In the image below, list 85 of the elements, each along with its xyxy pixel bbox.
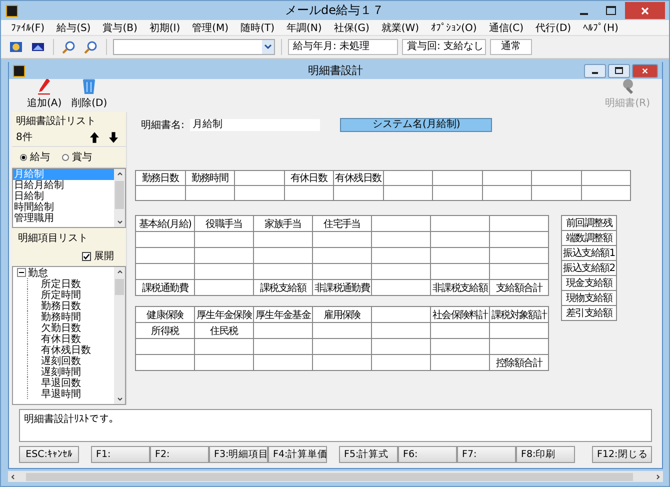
panel-title: 明細項目リスト	[18, 232, 89, 245]
function-key-button[interactable]: F6:	[398, 446, 457, 463]
function-key-button[interactable]: F1:	[91, 446, 150, 463]
tree-item[interactable]: 遅刻時間	[41, 364, 81, 378]
grid-cell[interactable]: 非課税通勤費	[312, 280, 372, 296]
function-key-button[interactable]: ESC:ｷｬﾝｾﾙ	[19, 446, 79, 463]
message-text: 明細書設計ﾘｽﾄです。	[24, 414, 119, 425]
list-item[interactable]: 時間給制	[13, 202, 114, 213]
menu-item[interactable]: ﾌｧｲﾙ(F)	[5, 22, 51, 34]
system-name-label: システム名(月給制)	[340, 118, 492, 132]
radio-option[interactable]: 賞与	[62, 150, 92, 164]
tree-item[interactable]: 勤怠	[28, 267, 48, 280]
delete-button[interactable]: 削除(D)	[72, 77, 108, 110]
grid-cell[interactable]: 基本給(月給)	[136, 216, 194, 232]
menu-item[interactable]: 給与(S)	[50, 20, 97, 34]
tree-item[interactable]: 早退回数	[41, 376, 81, 390]
grid-cell[interactable]: 差引支給額	[562, 306, 616, 320]
menu-item[interactable]: ﾍﾙﾌﾟ(H)	[577, 22, 624, 34]
grid-cell[interactable]: 非課税支給額	[430, 280, 490, 296]
name-field[interactable]: 月給制	[190, 119, 320, 131]
function-key-button[interactable]: F7:	[457, 446, 516, 463]
tree-item[interactable]: 欠勤日数	[41, 320, 81, 334]
grid-cell[interactable]: 有休残日数	[334, 170, 383, 186]
grid-cell[interactable]: 振込支給額2	[562, 260, 616, 276]
grid-cell[interactable]: 住宅手当	[312, 216, 372, 232]
grid-cell[interactable]: 所得税	[136, 322, 194, 338]
grid-cell[interactable]: 振込支給額1	[562, 246, 616, 260]
function-key-button[interactable]: F4:計算単価	[268, 446, 327, 463]
list-item[interactable]: 管理職用	[13, 213, 114, 224]
list-item[interactable]: 日給制	[13, 191, 114, 202]
function-key-button[interactable]: F8:印刷	[516, 446, 575, 463]
add-button[interactable]: 追加(A)	[27, 77, 62, 110]
grid-cell[interactable]: 課税支給額	[254, 280, 312, 296]
radio-option[interactable]: 給与	[20, 150, 50, 164]
menu-item[interactable]: 管理(M)	[186, 20, 235, 34]
expand-checkbox[interactable]: 展開	[82, 249, 114, 263]
count-label: 8件	[16, 131, 32, 144]
menu-item[interactable]: 年調(N)	[280, 20, 328, 34]
grid-cell[interactable]: 勤務時間	[185, 170, 234, 186]
menu-item[interactable]: 随時(T)	[234, 20, 281, 34]
tree-item[interactable]: 有休日数	[41, 332, 81, 346]
grid-cell[interactable]: 控除額合計	[490, 354, 548, 370]
grid-cell[interactable]: 勤務日数	[136, 170, 185, 186]
tree-item[interactable]: 所定時間	[41, 288, 81, 302]
menu-item[interactable]: 代行(D)	[530, 20, 578, 34]
grid-cell[interactable]: 厚生年金基金	[254, 306, 312, 322]
tree-item[interactable]: 所定日数	[41, 276, 81, 290]
tree-item[interactable]: 早退時間	[41, 386, 81, 400]
menu-item[interactable]: ｵﾌﾟｼｮﾝ(O)	[425, 22, 483, 34]
tree-item[interactable]: 有休残日数	[41, 342, 91, 356]
tree-item[interactable]: 遅刻回数	[41, 354, 81, 368]
list-item[interactable]: 日給月給制	[13, 180, 114, 191]
grid-cell[interactable]: 端数調整額	[562, 230, 616, 246]
menu-item[interactable]: 就業(W)	[375, 20, 426, 34]
tree-item[interactable]: 勤務時間	[41, 310, 81, 324]
function-key-button[interactable]: F2:	[150, 446, 209, 463]
grid-cell[interactable]: 健康保険	[136, 306, 194, 322]
tree-item[interactable]: 勤務日数	[41, 298, 81, 312]
menu-item[interactable]: 初期(I)	[143, 20, 186, 34]
function-key-button[interactable]: F5:計算式	[339, 446, 398, 463]
grid-cell[interactable]: 課税対象額計	[490, 306, 548, 322]
panel-title: 明細書設計リスト	[16, 114, 97, 128]
menu-item[interactable]: 賞与(B)	[96, 20, 144, 34]
grid-cell[interactable]: 住民税	[194, 322, 254, 338]
status-field: 給与年月: 未処理	[288, 39, 398, 55]
status-field: 通常	[490, 39, 532, 55]
grid-cell[interactable]: 雇用保険	[312, 306, 372, 322]
grid-cell[interactable]: 役職手当	[194, 216, 254, 232]
grid-cell[interactable]: 課税通勤費	[136, 280, 194, 296]
grid-cell[interactable]: 厚生年金保険	[194, 306, 254, 322]
grid-cell[interactable]: 有休日数	[284, 170, 334, 186]
window-title: 明細書設計	[307, 63, 364, 78]
grid-cell[interactable]: 現物支給額	[562, 290, 616, 306]
grid-cell[interactable]: 家族手当	[254, 216, 312, 232]
status-field: 賞与回: 支給なし	[402, 39, 486, 55]
window-title: メールde給与１７	[284, 2, 385, 19]
function-key-button[interactable]: F3:明細項目	[209, 446, 268, 463]
grid-cell[interactable]: 社会保険料計	[430, 306, 490, 322]
name-label: 明細書名:	[141, 118, 184, 132]
grid-cell[interactable]: 前回調整残	[562, 216, 616, 230]
grid-cell[interactable]: 支給額合計	[490, 280, 548, 296]
menu-item[interactable]: 通信(C)	[482, 20, 530, 34]
grid-cell[interactable]: 現金支給額	[562, 276, 616, 290]
function-key-button[interactable]: F12:閉じる	[592, 446, 652, 463]
menu-item[interactable]: 社保(G)	[328, 20, 376, 34]
